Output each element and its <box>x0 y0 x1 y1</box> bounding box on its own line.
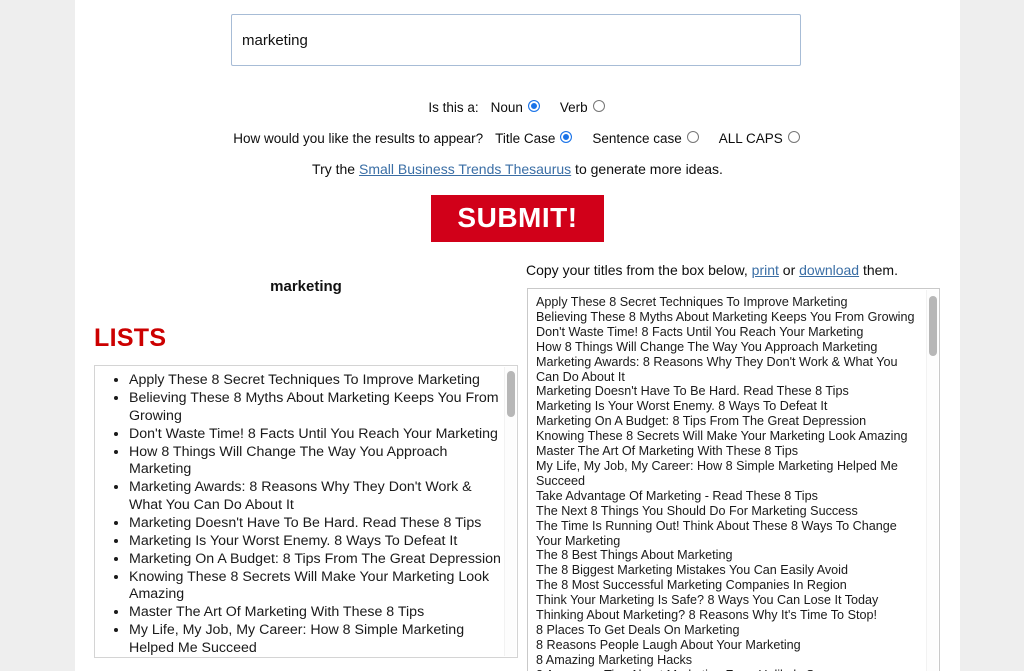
title-line: Marketing On A Budget: 8 Tips From The G… <box>536 414 867 429</box>
title-line: 8 Awesome Tips About Marketing From Unli… <box>536 668 921 671</box>
list-item: Marketing On A Budget: 8 Tips From The G… <box>129 551 503 569</box>
case-format-question: How would you like the results to appear… <box>233 130 484 146</box>
title-line: The 8 Most Successful Marketing Companie… <box>536 578 847 593</box>
keyword-search-input[interactable] <box>231 14 801 66</box>
copy-suffix: them. <box>859 262 898 278</box>
list-item: Marketing Doesn't Have To Be Hard. Read … <box>129 515 503 533</box>
copy-prefix: Copy your titles from the box below, <box>526 262 752 278</box>
part-of-speech-row: Is this a: Noun Verb <box>75 99 960 115</box>
radio-label-all-caps[interactable]: ALL CAPS <box>719 131 783 146</box>
list-item: How 8 Things Will Change The Way You App… <box>129 444 503 479</box>
results-keyword-heading: marketing <box>270 278 342 295</box>
radio-noun[interactable] <box>527 100 540 113</box>
list-item: Believing These 8 Myths About Marketing … <box>129 390 503 425</box>
title-line: The 8 Biggest Marketing Mistakes You Can… <box>536 563 848 578</box>
keyword-search-row <box>231 14 801 66</box>
list-item: Apply These 8 Secret Techniques To Impro… <box>129 372 503 390</box>
title-line: Apply These 8 Secret Techniques To Impro… <box>536 295 848 309</box>
list-item: Don't Waste Time! 8 Facts Until You Reac… <box>129 426 503 444</box>
title-line: Marketing Doesn't Have To Be Hard. Read … <box>536 384 849 399</box>
radio-label-noun[interactable]: Noun <box>491 100 523 115</box>
content-area: Is this a: Noun Verb How would you like th… <box>75 0 960 671</box>
radio-all-caps[interactable] <box>787 131 800 144</box>
title-line: The 8 Best Things About Marketing <box>536 548 733 563</box>
radio-label-verb[interactable]: Verb <box>560 100 588 115</box>
title-line: Marketing Awards: 8 Reasons Why They Don… <box>536 354 898 384</box>
lists-section-heading: LISTS <box>94 324 167 352</box>
submit-button[interactable]: SUBMIT! <box>431 195 604 243</box>
submit-row: SUBMIT! <box>75 195 960 243</box>
title-line: My Life, My Job, My Career: How 8 Simple… <box>536 458 898 488</box>
page-root: Is this a: Noun Verb How would you like th… <box>0 0 1024 671</box>
title-line: The Time Is Running Out! Think About The… <box>536 518 897 548</box>
radio-sentence-case[interactable] <box>686 131 699 144</box>
part-of-speech-question: Is this a: <box>428 99 479 115</box>
print-link[interactable]: print <box>752 262 779 278</box>
titles-scrollbar-track[interactable] <box>926 290 938 671</box>
title-line: Don't Waste Time! 8 Facts Until You Reac… <box>536 324 864 339</box>
title-line: Take Advantage Of Marketing - Read These… <box>536 488 818 503</box>
title-line: Think Your Marketing Is Safe? 8 Ways You… <box>536 593 879 608</box>
titles-textarea-content[interactable]: Apply These 8 Secret Techniques To Impro… <box>528 289 939 671</box>
list-item: Marketing Is Your Worst Enemy. 8 Ways To… <box>129 533 503 551</box>
lists-scrollbar-thumb[interactable] <box>507 371 515 417</box>
list-item: Master The Art Of Marketing With These 8… <box>129 604 503 622</box>
lists-scrollbar-track[interactable] <box>504 367 516 656</box>
radio-label-sentence-case[interactable]: Sentence case <box>592 131 681 146</box>
title-line: Thinking About Marketing? 8 Reasons Why … <box>536 608 877 623</box>
title-line: 8 Amazing Marketing Hacks <box>536 652 693 667</box>
title-line: Marketing Is Your Worst Enemy. 8 Ways To… <box>536 399 828 414</box>
titles-textarea-box[interactable]: Apply These 8 Secret Techniques To Impro… <box>527 288 940 671</box>
radio-verb[interactable] <box>592 100 605 113</box>
title-line: The Next 8 Things You Should Do For Mark… <box>536 503 858 518</box>
thesaurus-prefix: Try the <box>312 161 359 177</box>
title-line: 8 Places To Get Deals On Marketing <box>536 622 740 637</box>
download-link[interactable]: download <box>799 262 859 278</box>
lists-results-box[interactable]: Apply These 8 Secret Techniques To Impro… <box>94 365 518 658</box>
thesaurus-hint: Try the Small Business Trends Thesaurus … <box>75 161 960 177</box>
lists-results-list: Apply These 8 Secret Techniques To Impro… <box>95 366 517 659</box>
titles-scrollbar-thumb[interactable] <box>929 296 937 356</box>
title-line: 8 Reasons People Laugh About Your Market… <box>536 637 801 652</box>
radio-title-case[interactable] <box>560 131 573 144</box>
list-item: My Life, My Job, My Career: How 8 Simple… <box>129 622 503 657</box>
copy-instruction-line: Copy your titles from the box below, pri… <box>526 262 898 278</box>
title-line: How 8 Things Will Change The Way You App… <box>536 339 878 354</box>
thesaurus-suffix: to generate more ideas. <box>571 161 723 177</box>
title-line: Believing These 8 Myths About Marketing … <box>536 309 915 324</box>
thesaurus-link[interactable]: Small Business Trends Thesaurus <box>359 161 571 177</box>
list-item: Marketing Awards: 8 Reasons Why They Don… <box>129 479 503 514</box>
title-line: Knowing These 8 Secrets Will Make Your M… <box>536 429 908 444</box>
list-item: Take Advantage Of Marketing - Read These… <box>129 658 503 659</box>
title-line: Master The Art Of Marketing With These 8… <box>536 444 799 459</box>
radio-label-title-case[interactable]: Title Case <box>495 131 555 146</box>
copy-middle: or <box>778 262 800 278</box>
case-format-row: How would you like the results to appear… <box>75 130 960 146</box>
list-item: Knowing These 8 Secrets Will Make Your M… <box>129 569 503 604</box>
